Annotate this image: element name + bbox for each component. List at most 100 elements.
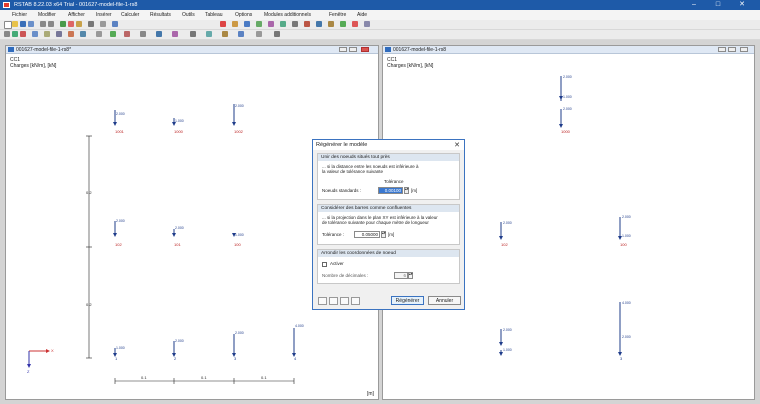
confluent-members-header: Considérer des barres comme confluentes	[318, 205, 459, 212]
decimals-input[interactable]: 6	[394, 272, 408, 279]
tolerance-stepper[interactable]: ▴▾	[381, 231, 386, 238]
load-value: 4.000	[622, 301, 631, 305]
dims-icon[interactable]	[268, 21, 274, 27]
guide-icon[interactable]	[172, 31, 178, 37]
visibility-icon[interactable]	[206, 31, 212, 37]
color-icon[interactable]	[222, 31, 228, 37]
dialog-title: Régénérer le modèle	[316, 142, 368, 148]
maximize-button[interactable]: □	[707, 0, 729, 10]
print-icon[interactable]	[28, 21, 34, 27]
menu-modifier[interactable]: Modifier	[38, 12, 56, 18]
node-icon[interactable]	[12, 31, 18, 37]
load-value: 2.000	[503, 328, 512, 332]
standard-nodes-input[interactable]: 0.00100	[378, 187, 403, 194]
decimals-stepper[interactable]: ▴▾	[408, 272, 413, 279]
iso-view-icon[interactable]	[256, 21, 262, 27]
app-icon	[3, 2, 10, 8]
zoom-icon[interactable]	[232, 21, 238, 27]
menu-fenetre[interactable]: Fenêtre	[329, 12, 346, 18]
help-icon[interactable]	[364, 21, 370, 27]
load-value: 1.000	[175, 119, 184, 123]
menu-calculer[interactable]: Calculer	[121, 12, 139, 18]
section-icon[interactable]	[32, 31, 38, 37]
menu-inserer[interactable]: Insérer	[96, 12, 112, 18]
undo-icon[interactable]	[40, 21, 46, 27]
new-file-icon[interactable]	[4, 21, 12, 29]
divide-icon[interactable]	[96, 31, 102, 37]
standard-nodes-stepper[interactable]: ▴▾	[404, 187, 409, 194]
menu-fichier[interactable]: Fichier	[12, 12, 27, 18]
menu-resultats[interactable]: Résultats	[150, 12, 171, 18]
rotate-icon[interactable]	[68, 31, 74, 37]
render-icon[interactable]	[244, 21, 250, 27]
load-value: 2.000	[116, 219, 125, 223]
load-value: 4.000	[295, 324, 304, 328]
regenerate-button[interactable]: Régénérer	[391, 296, 424, 305]
model-icon[interactable]	[60, 21, 66, 27]
settings-icon[interactable]	[340, 297, 349, 305]
save-icon[interactable]	[20, 21, 26, 27]
open-folder-icon[interactable]	[12, 21, 18, 27]
node-label: 100	[234, 242, 241, 247]
mirror-icon[interactable]	[80, 31, 86, 37]
cancel-button[interactable]: Annuler	[428, 296, 461, 305]
workplane-icon[interactable]	[190, 31, 196, 37]
layer-icon[interactable]	[140, 31, 146, 37]
member-icon[interactable]	[304, 21, 310, 27]
node-label: 4	[294, 356, 297, 361]
material-icon[interactable]	[44, 31, 50, 37]
misc-icon[interactable]	[274, 31, 280, 37]
activate-checkbox[interactable]	[322, 262, 327, 267]
menu-modules[interactable]: Modules additionnels	[264, 12, 311, 18]
load-value: 1.000	[622, 234, 631, 238]
regenerate-model-dialog: Régénérer le modèle ✕ Unir des noeuds si…	[312, 139, 465, 310]
menu-tableau[interactable]: Tableau	[205, 12, 223, 18]
grid-icon[interactable]	[280, 21, 286, 27]
loads-icon[interactable]	[68, 21, 74, 27]
pointer-icon[interactable]	[4, 31, 10, 37]
report-icon[interactable]	[352, 21, 358, 27]
menu-afficher[interactable]: Afficher	[68, 12, 85, 18]
measure-icon[interactable]	[110, 31, 116, 37]
menu-outils[interactable]: Outils	[182, 12, 195, 18]
coord-icon[interactable]	[156, 31, 162, 37]
check-icon[interactable]	[340, 21, 346, 27]
select-icon[interactable]	[220, 21, 226, 27]
filter-icon[interactable]	[124, 31, 130, 37]
menu-options[interactable]: Options	[235, 12, 252, 18]
help-icon[interactable]	[318, 297, 327, 305]
load-value: 1.000	[563, 95, 572, 99]
table-icon[interactable]	[100, 21, 106, 27]
tolerance-input[interactable]: 0.05000	[354, 231, 380, 238]
support-icon[interactable]	[316, 21, 322, 27]
load-value: 1.000	[116, 346, 125, 350]
line-icon[interactable]	[20, 31, 26, 37]
minimize-button[interactable]: –	[683, 0, 705, 10]
defaults-icon[interactable]	[351, 297, 360, 305]
round-coords-header: Arrondir les coordonnées de noeud	[318, 250, 459, 257]
info-icon[interactable]	[329, 297, 338, 305]
move-icon[interactable]	[56, 31, 62, 37]
load-value: 1.000	[235, 233, 244, 237]
menu-aide[interactable]: Aide	[357, 12, 367, 18]
calculate-icon[interactable]	[88, 21, 94, 27]
load-value: 2.000	[175, 226, 184, 230]
results-icon[interactable]	[76, 21, 82, 27]
section-cut-icon[interactable]	[256, 31, 262, 37]
node-label: 1001	[115, 129, 125, 134]
dimension-value: 0.1	[201, 375, 207, 380]
node-label: 1002	[234, 129, 244, 134]
merge-nodes-desc2: la valeur de tolérance suivante	[322, 169, 384, 174]
x-axis-label: X	[51, 348, 54, 353]
dialog-close-icon[interactable]: ✕	[454, 141, 460, 149]
node-label: 3	[620, 356, 623, 361]
hinge-icon[interactable]	[328, 21, 334, 27]
snap-icon[interactable]	[292, 21, 298, 27]
view-icon[interactable]	[112, 21, 118, 27]
display-icon[interactable]	[238, 31, 244, 37]
close-button[interactable]: ✕	[731, 0, 753, 10]
round-coords-section: Arrondir les coordonnées de noeud Active…	[317, 249, 460, 284]
redo-icon[interactable]	[48, 21, 54, 27]
node-label: 102	[501, 242, 508, 247]
toolbar-secondary	[0, 30, 760, 40]
